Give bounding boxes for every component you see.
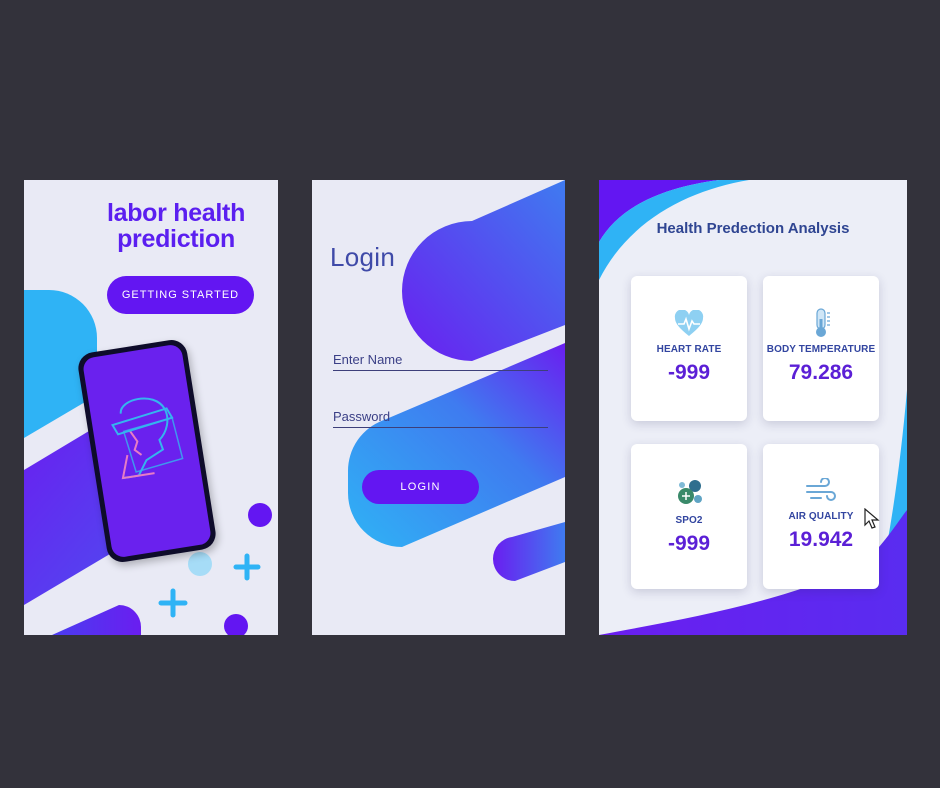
- air-quality-value: 19.942: [788, 528, 854, 551]
- dashboard-title: Health Predection Analysis: [656, 220, 850, 237]
- login-title: Login: [330, 242, 396, 272]
- app-title-line2: prediction: [117, 225, 235, 253]
- air-quality-card[interactable]: AIR QUALITY 19.942: [763, 444, 879, 589]
- body-temperature-value: 79.286: [788, 361, 854, 384]
- app-title-line1: labor health: [106, 199, 246, 227]
- spo2-card[interactable]: SPO2 -999: [631, 444, 747, 589]
- name-input[interactable]: [333, 348, 548, 371]
- oxygen-bubbles-icon: [678, 480, 702, 504]
- thermometer-icon: [816, 308, 830, 337]
- wind-icon: [806, 478, 836, 501]
- spo2-value: -999: [667, 532, 711, 555]
- mouse-cursor-icon: [864, 508, 880, 529]
- air-quality-label: AIR QUALITY: [788, 511, 854, 522]
- heart-rate-label: HEART RATE: [656, 344, 722, 355]
- body-temperature-card[interactable]: BODY TEMPERATURE 79.286: [763, 276, 879, 421]
- spo2-label: SPO2: [675, 515, 703, 526]
- body-temperature-label: BODY TEMPERATURE: [766, 344, 876, 355]
- app-title: labor health prediction: [86, 200, 266, 252]
- password-input[interactable]: [333, 405, 548, 428]
- heart-rate-icon: [674, 310, 704, 336]
- face-shield-icon: [111, 397, 184, 480]
- login-button[interactable]: LOGIN: [362, 470, 479, 504]
- getting-started-button[interactable]: GETTING STARTED: [107, 276, 254, 314]
- heart-rate-value: -999: [667, 361, 711, 384]
- dashboard-screen: Health Predection Analysis HEART RATE -9…: [599, 180, 907, 635]
- splash-screen: labor health prediction GETTING STARTED: [24, 180, 278, 635]
- login-screen: Login LOGIN: [312, 180, 565, 635]
- heart-rate-card[interactable]: HEART RATE -999: [631, 276, 747, 421]
